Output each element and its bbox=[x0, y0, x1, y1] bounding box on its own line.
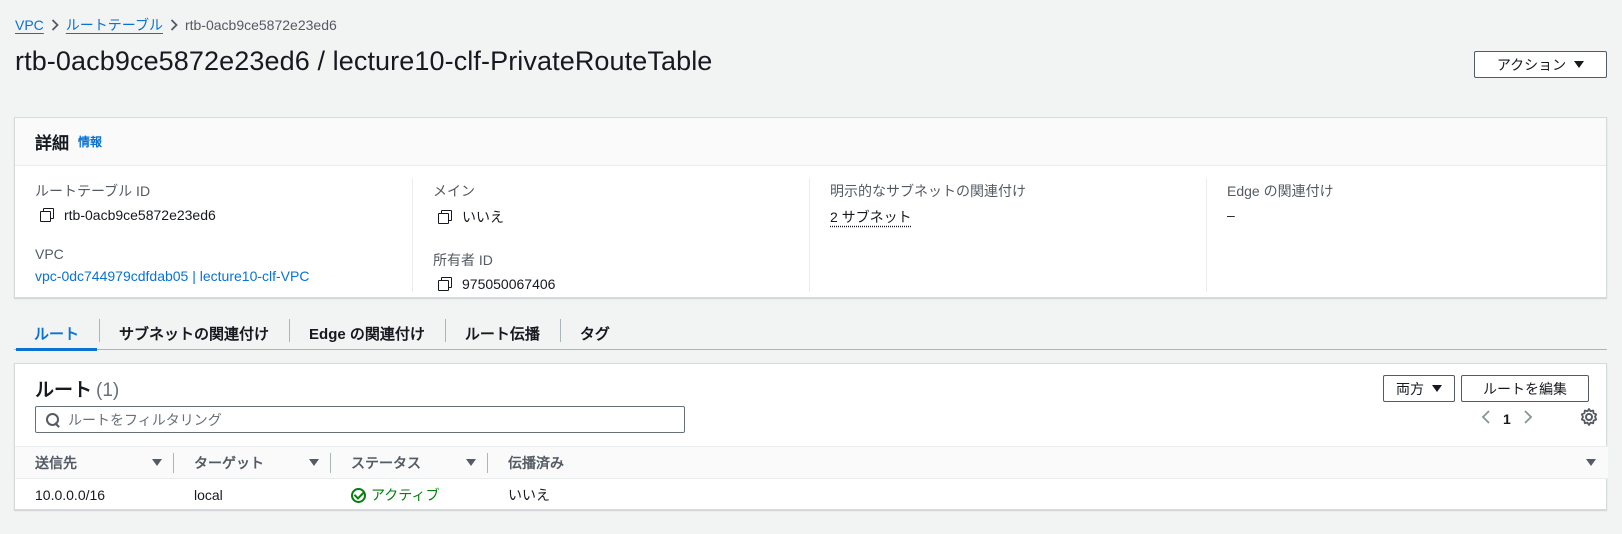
edge-association-label: Edge の関連付け bbox=[1227, 183, 1334, 199]
vpc-label: VPC bbox=[35, 246, 64, 262]
breadcrumb-current: rtb-0acb9ce5872e23ed6 bbox=[184, 17, 337, 33]
cell-destination: 10.0.0.0/16 bbox=[35, 487, 106, 503]
caret-down-icon bbox=[1574, 61, 1585, 68]
actions-button[interactable]: アクション bbox=[1474, 51, 1607, 78]
tab-bar: ルート サブネットの関連付け Edge の関連付け ルート伝播 タグ bbox=[14, 316, 1607, 351]
routes-title: ルート (1) bbox=[35, 375, 119, 402]
sort-caret-icon[interactable] bbox=[1586, 459, 1596, 466]
main-value-text: いいえ bbox=[462, 209, 504, 225]
caret-down-icon bbox=[1432, 385, 1442, 392]
owner-id-text: 975050067406 bbox=[462, 276, 556, 292]
table-row: 10.0.0.0/16 local アクティブ いいえ bbox=[15, 479, 1608, 511]
tab-edge-associations[interactable]: Edge の関連付け bbox=[289, 316, 445, 350]
actions-button-label: アクション bbox=[1496, 56, 1567, 73]
copy-icon[interactable] bbox=[438, 277, 452, 291]
column-header-label: 送信先 bbox=[35, 454, 77, 471]
route-filter-input[interactable] bbox=[68, 411, 648, 428]
column-header-destination[interactable]: 送信先 bbox=[15, 446, 174, 479]
sort-caret-icon[interactable] bbox=[466, 459, 476, 466]
column-header-status[interactable]: ステータス bbox=[331, 446, 488, 479]
cell-target: local bbox=[194, 487, 223, 503]
tab-routes[interactable]: ルート bbox=[14, 316, 99, 351]
tab-route-propagation[interactable]: ルート伝播 bbox=[444, 316, 560, 350]
details-column-4: Edge の関連付け – bbox=[1206, 178, 1603, 292]
details-column-1: ルートテーブル ID rtb-0acb9ce5872e23ed6 VPC vpc… bbox=[15, 178, 412, 292]
edit-routes-button[interactable]: ルートを編集 bbox=[1461, 375, 1589, 402]
propagation-filter-label: 両方 bbox=[1396, 380, 1424, 397]
details-header: 詳細 情報 bbox=[15, 118, 1606, 166]
copy-icon[interactable] bbox=[40, 208, 54, 222]
subnet-association-value: 2 サブネット bbox=[830, 207, 1206, 227]
chevron-right-icon[interactable] bbox=[1523, 408, 1533, 429]
details-title: 詳細 bbox=[35, 134, 69, 153]
route-table-id-value: rtb-0acb9ce5872e23ed6 bbox=[35, 207, 412, 223]
page-number[interactable]: 1 bbox=[1503, 411, 1511, 427]
info-link[interactable]: 情報 bbox=[78, 133, 102, 150]
main-value: いいえ bbox=[433, 207, 809, 227]
owner-id-value: 975050067406 bbox=[433, 276, 809, 292]
search-icon bbox=[46, 412, 60, 427]
sort-caret-icon[interactable] bbox=[309, 459, 319, 466]
routes-panel: ルート(1) 両方 ルートを編集 1 送信先 タ bbox=[14, 363, 1608, 511]
breadcrumb: VPC ルートテーブル rtb-0acb9ce5872e23ed6 bbox=[15, 15, 337, 35]
tab-tags[interactable]: タグ bbox=[559, 316, 630, 350]
column-header-label: 伝播済み bbox=[508, 454, 564, 471]
copy-icon[interactable] bbox=[438, 210, 452, 224]
status-text: アクティブ bbox=[371, 487, 440, 503]
vpc-value: vpc-0dc744979cdfdab05 | lecture10-clf-VP… bbox=[35, 268, 412, 284]
column-header-target[interactable]: ターゲット bbox=[174, 446, 331, 479]
vpc-link[interactable]: vpc-0dc744979cdfdab05 | lecture10-clf-VP… bbox=[35, 268, 309, 284]
sort-caret-icon[interactable] bbox=[152, 459, 162, 466]
subnet-association-popover[interactable]: 2 サブネット bbox=[830, 207, 912, 227]
main-label: メイン bbox=[433, 183, 475, 199]
chevron-left-icon[interactable] bbox=[1481, 408, 1491, 429]
gear-icon[interactable] bbox=[1579, 407, 1599, 427]
column-header-propagated[interactable]: 伝播済み bbox=[488, 446, 1608, 479]
subnet-association-label: 明示的なサブネットの関連付け bbox=[830, 183, 1026, 199]
check-circle-icon bbox=[351, 487, 366, 503]
details-column-2: メイン いいえ 所有者 ID 975050067406 bbox=[412, 178, 809, 292]
route-table-id-text: rtb-0acb9ce5872e23ed6 bbox=[64, 207, 216, 223]
chevron-right-icon bbox=[163, 19, 185, 31]
page-title: rtb-0acb9ce5872e23ed6 / lecture10-clf-Pr… bbox=[15, 46, 713, 76]
table-header: 送信先 ターゲット ステータス 伝播済み bbox=[15, 446, 1608, 479]
routes-title-text: ルート bbox=[35, 380, 93, 401]
routes-count: (1) bbox=[96, 380, 120, 401]
details-panel: 詳細 情報 ルートテーブル ID rtb-0acb9ce5872e23ed6 V… bbox=[14, 117, 1607, 298]
column-header-label: ステータス bbox=[351, 454, 421, 471]
breadcrumb-vpc-link[interactable]: VPC bbox=[15, 17, 44, 33]
details-column-3: 明示的なサブネットの関連付け 2 サブネット bbox=[809, 178, 1206, 292]
breadcrumb-route-tables-link[interactable]: ルートテーブル bbox=[66, 15, 163, 35]
cell-propagated: いいえ bbox=[508, 487, 550, 503]
pagination: 1 bbox=[1481, 408, 1533, 429]
edge-association-value: – bbox=[1227, 207, 1235, 223]
details-grid: ルートテーブル ID rtb-0acb9ce5872e23ed6 VPC vpc… bbox=[15, 166, 1606, 292]
route-table-id-label: ルートテーブル ID bbox=[35, 183, 151, 199]
route-filter-search bbox=[35, 406, 685, 433]
routes-table: 送信先 ターゲット ステータス 伝播済み 10.0.0.0/16 local ア… bbox=[15, 446, 1608, 511]
owner-id-label: 所有者 ID bbox=[433, 252, 493, 268]
tab-subnet-associations[interactable]: サブネットの関連付け bbox=[99, 316, 289, 350]
chevron-right-icon bbox=[44, 19, 66, 31]
propagation-filter-dropdown[interactable]: 両方 bbox=[1383, 375, 1455, 402]
cell-status: アクティブ bbox=[331, 485, 488, 505]
column-header-label: ターゲット bbox=[194, 454, 264, 471]
